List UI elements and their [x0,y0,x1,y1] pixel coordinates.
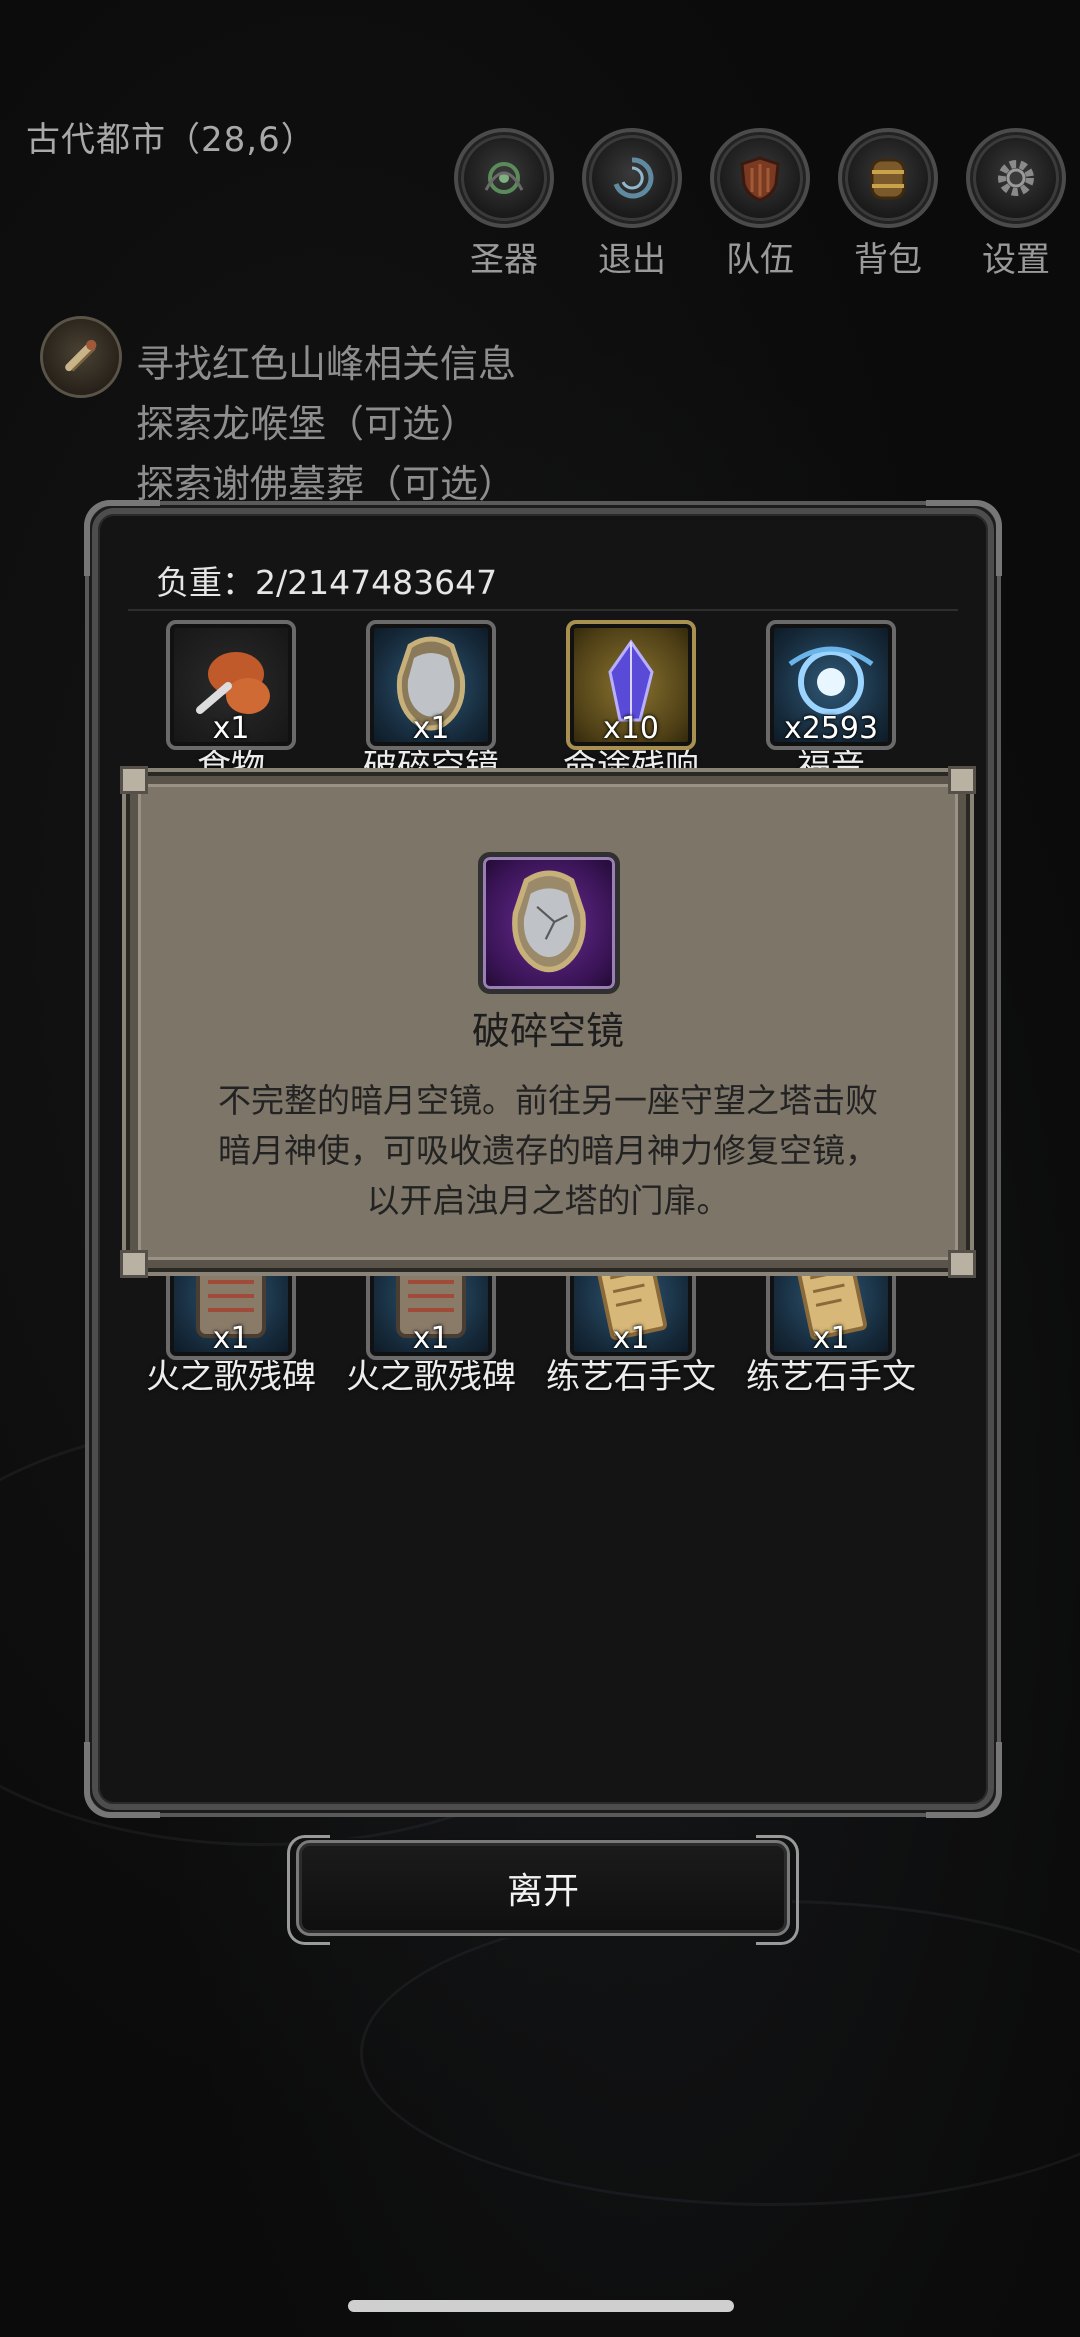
relic-icon [454,128,554,228]
menu-backpack-button[interactable]: 背包 [838,128,938,281]
leave-button-label: 离开 [506,1871,579,1912]
item-quantity: x1 [612,1321,650,1356]
menu-relic-label: 圣器 [470,240,538,280]
location-label: 古代都市（28,6） [26,120,316,160]
panel-corner [926,1742,1002,1818]
tooltip-corner [948,1250,976,1278]
meat-icon: x1 [166,620,296,750]
leave-button[interactable]: 离开 [287,1835,799,1945]
button-cap [287,1835,330,1945]
crystal-icon: x10 [566,620,696,750]
quest-item: 探索谢佛墓葬（可选） [136,462,517,506]
item-name: 火之歌残碑 [146,1357,316,1397]
tooltip-description: 不完整的暗月空镜。前往另一座守望之塔击败暗月神使，可吸收遗存的暗月神力修复空镜，… [218,1081,878,1220]
item-name: 火之歌残碑 [346,1357,516,1397]
gear-icon [966,128,1066,228]
menu-team-label: 队伍 [726,240,794,280]
item-quantity: x2593 [783,711,879,746]
tooltip-corner [948,766,976,794]
panel-corner [84,1742,160,1818]
item-name: 练艺石手文 [746,1357,916,1397]
broken-mirror-icon: x1 [366,620,496,750]
team-shield-icon [710,128,810,228]
quest-list: 寻找红色山峰相关信息 探索龙喉堡（可选） 探索谢佛墓葬（可选） [136,334,736,514]
exit-portal-icon [582,128,682,228]
item-name: 练艺石手文 [546,1357,716,1397]
top-menu: 圣器 退出 队伍 背包 设置 [454,128,1066,281]
item-quantity: x1 [812,1321,850,1356]
item-quantity: x1 [412,1321,450,1356]
item-quantity: x1 [412,711,450,746]
item-quantity: x10 [603,711,659,746]
item-quantity: x1 [212,1321,250,1356]
menu-exit-label: 退出 [598,240,666,280]
map-decoration [360,1900,1080,2206]
home-indicator[interactable] [348,2300,734,2312]
item-quantity: x1 [212,711,250,746]
broken-mirror-icon [478,852,620,994]
quest-item: 探索龙喉堡（可选） [136,402,479,446]
menu-settings-label: 设置 [982,240,1050,280]
menu-settings-button[interactable]: 设置 [966,128,1066,281]
quest-scroll-icon [40,316,122,398]
backpack-barrel-icon [838,128,938,228]
menu-exit-button[interactable]: 退出 [582,128,682,281]
spirit-swirl-icon: x2593 [766,620,896,750]
menu-relic-button[interactable]: 圣器 [454,128,554,281]
tooltip-title: 破碎空镜 [471,1009,624,1053]
item-tooltip: 破碎空镜 不完整的暗月空镜。前往另一座守望之塔击败暗月神使，可吸收遗存的暗月神力… [120,766,976,1278]
button-cap [756,1835,799,1945]
tooltip-corner [120,1250,148,1278]
tooltip-corner [120,766,148,794]
game-screen: 古代都市（28,6） 圣器 退出 队伍 背包 设置 寻找红色山峰相关信息 探索龙… [0,0,1080,2337]
quest-item: 寻找红色山峰相关信息 [136,342,517,386]
menu-backpack-label: 背包 [854,240,922,280]
menu-team-button[interactable]: 队伍 [710,128,810,281]
